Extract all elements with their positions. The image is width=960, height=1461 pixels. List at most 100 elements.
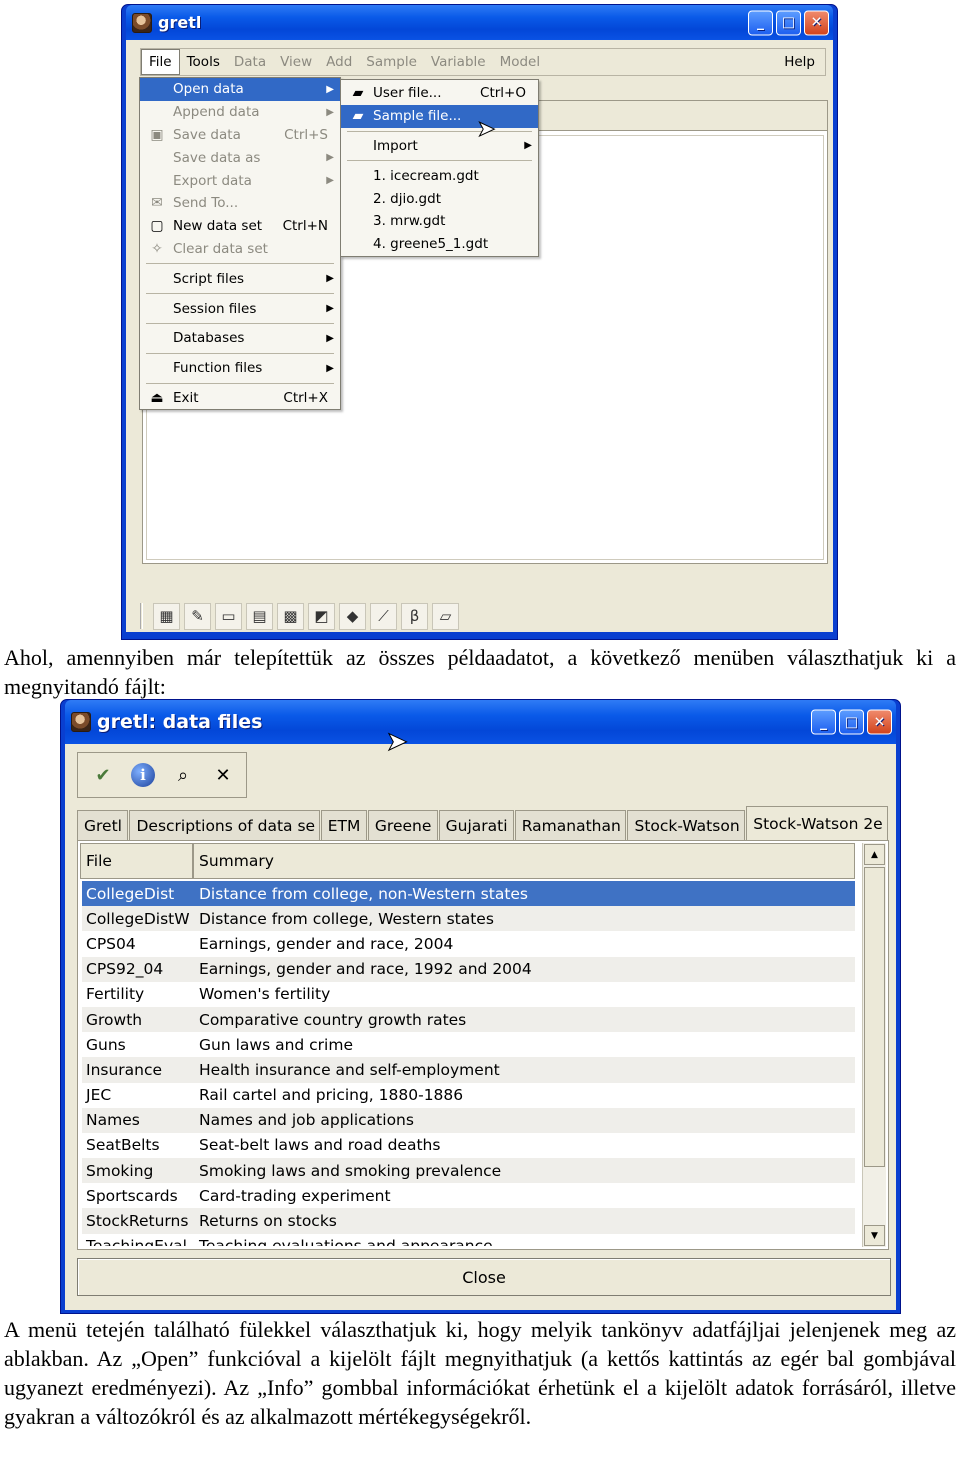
- table-row[interactable]: Guns Gun laws and crime: [82, 1032, 855, 1057]
- tab-gretl[interactable]: Gretl: [77, 810, 129, 840]
- menu-item-script-files[interactable]: Script files ▶: [140, 267, 340, 290]
- data-files-titlebar[interactable]: gretl: data files _ □ ✕: [65, 700, 896, 744]
- table-row[interactable]: Growth Comparative country growth rates: [82, 1006, 855, 1033]
- table-row[interactable]: Sportscards Card-trading experiment: [82, 1183, 855, 1208]
- table-row[interactable]: CollegeDistW Distance from college, Weste…: [82, 906, 855, 932]
- table-row[interactable]: CollegeDist Distance from college, non-We…: [82, 881, 855, 907]
- script-edit-icon[interactable]: ✎: [184, 602, 211, 630]
- submenu-arrow-icon: ▶: [326, 83, 334, 95]
- menu-item-new-data-set[interactable]: ▢ New data set Ctrl+N: [140, 215, 340, 238]
- menu-item-sample-file[interactable]: ▰ Sample file...: [341, 104, 538, 128]
- main-titlebar[interactable]: gretl _ □ ✕: [126, 5, 833, 40]
- beta-model-icon[interactable]: β: [401, 602, 428, 630]
- menu-item-export-data[interactable]: Export data ▶: [140, 169, 340, 192]
- session-icons-icon[interactable]: ▤: [246, 602, 273, 630]
- broom-icon: ✧: [151, 240, 163, 257]
- table-row[interactable]: Insurance Health insurance and self-emplo…: [82, 1057, 855, 1083]
- data-files-client-area: ✔ i ⌕ ✕ Gretl Descriptions of data se ETM G…: [65, 744, 896, 1310]
- table-row[interactable]: JEC Rail cartel and pricing, 1880-1886: [82, 1083, 855, 1108]
- toolbar-grip: [140, 603, 143, 629]
- menu-item-2-djio-gdt[interactable]: 2. djio.gdt: [341, 187, 538, 210]
- tab-gujarati[interactable]: Gujarati: [438, 810, 514, 840]
- help-pdf-icon[interactable]: ◩: [308, 602, 335, 630]
- menu-item-send-to[interactable]: ✉ Send To...: [140, 192, 340, 215]
- close-button[interactable]: Close: [77, 1258, 891, 1296]
- scroll-up-icon[interactable]: ▲: [864, 844, 885, 865]
- row-file-name: Insurance: [86, 1060, 163, 1079]
- menu-item-3-mrw-gdt[interactable]: 3. mrw.gdt: [341, 210, 538, 233]
- menu-separator: [146, 293, 334, 295]
- menu-tools[interactable]: Tools: [180, 49, 227, 75]
- row-summary: Names and job applications: [199, 1111, 414, 1130]
- menu-item-open-data[interactable]: Open data ▶: [140, 78, 340, 101]
- menu-item-append-data[interactable]: Append data ▶: [140, 101, 340, 124]
- close-window-button[interactable]: ✕: [804, 10, 829, 35]
- menu-help[interactable]: Help: [784, 54, 825, 70]
- menu-item-databases[interactable]: Databases ▶: [140, 327, 340, 350]
- tab-stock-watson[interactable]: Stock-Watson: [627, 810, 746, 840]
- open-folder-icon[interactable]: ▱: [432, 602, 459, 630]
- tab-etm[interactable]: ETM: [320, 810, 367, 840]
- menu-item-clear-data-set[interactable]: ✧ Clear data set: [140, 238, 340, 261]
- column-header-summary[interactable]: Summary: [193, 843, 855, 879]
- menu-model[interactable]: Model: [493, 49, 548, 75]
- maximize-button[interactable]: □: [776, 10, 801, 35]
- menu-data[interactable]: Data: [227, 49, 273, 75]
- menu-item-import[interactable]: Import ▶: [341, 135, 538, 158]
- scroll-down-icon[interactable]: ▼: [864, 1225, 885, 1246]
- table-row[interactable]: SeatBelts Seat-belt laws and road deaths: [82, 1133, 855, 1158]
- table-row[interactable]: TeachingEvalTeaching evaluations and app…: [82, 1234, 855, 1246]
- close-window-button[interactable]: ✕: [867, 709, 892, 735]
- menu-item-function-files[interactable]: Function files ▶: [140, 357, 340, 380]
- tab-ramanathan[interactable]: Ramanathan: [514, 810, 627, 840]
- tab-greene[interactable]: Greene: [367, 810, 438, 840]
- menu-sample[interactable]: Sample: [359, 49, 424, 75]
- scrollbar-thumb[interactable]: [864, 867, 885, 1167]
- open-icon[interactable]: ✔: [90, 762, 116, 788]
- menu-file[interactable]: File: [141, 49, 180, 75]
- column-header-file[interactable]: File: [80, 843, 193, 879]
- graph-icon[interactable]: ⟋: [370, 602, 397, 630]
- tab-descriptions-of-data-se[interactable]: Descriptions of data se: [129, 810, 320, 840]
- tab-stock-watson-2e[interactable]: Stock-Watson 2e: [746, 806, 888, 840]
- table-row[interactable]: CPS04 Earnings, gender and race, 2004: [82, 931, 855, 956]
- minimize-button[interactable]: _: [811, 709, 836, 735]
- minimize-button[interactable]: _: [748, 10, 773, 35]
- table-row[interactable]: Smoking Smoking laws and smoking prevalen…: [82, 1158, 855, 1184]
- menu-item-1-icecream-gdt[interactable]: 1. icecream.gdt: [341, 164, 538, 187]
- close-x-icon[interactable]: ✕: [210, 762, 236, 788]
- maximize-button[interactable]: □: [839, 709, 864, 735]
- function-package-icon[interactable]: ▩: [277, 602, 304, 630]
- menu-item-user-file[interactable]: ▰ User file... Ctrl+O: [341, 82, 538, 105]
- menu-item-save-data[interactable]: ▣ Save data Ctrl+S: [140, 124, 340, 147]
- menu-item-shortcut: Ctrl+N: [282, 218, 328, 235]
- menu-view[interactable]: View: [273, 49, 319, 75]
- menu-variable[interactable]: Variable: [424, 49, 493, 75]
- menu-item-session-files[interactable]: Session files ▶: [140, 297, 340, 320]
- vertical-scrollbar[interactable]: ▲ ▼: [862, 843, 886, 1247]
- new-document-icon: ▢: [150, 218, 164, 235]
- menu-item-4-greene5-1-gdt[interactable]: 4. greene5_1.gdt: [341, 233, 538, 256]
- calculator-icon[interactable]: ▦: [153, 602, 180, 630]
- submenu-arrow-icon: ▶: [326, 152, 334, 164]
- menu-item-save-data-as[interactable]: Save data as ▶: [140, 146, 340, 169]
- table-row[interactable]: Names Names and job applications: [82, 1107, 855, 1133]
- find-icon[interactable]: ⌕: [170, 762, 196, 788]
- menu-add[interactable]: Add: [319, 49, 359, 75]
- submenu-arrow-icon: ▶: [326, 332, 334, 344]
- menu-separator: [146, 382, 334, 384]
- row-file-name: CPS04: [86, 934, 136, 953]
- submenu-arrow-icon: ▶: [524, 140, 532, 152]
- info-icon[interactable]: i: [130, 762, 156, 788]
- menu-separator: [146, 263, 334, 265]
- table-row[interactable]: Fertility Women's fertility: [82, 982, 855, 1007]
- open-data-submenu: ▰ User file... Ctrl+O ▰ Sample file... Import…: [340, 79, 539, 257]
- table-row[interactable]: StockReturns Returns on stocks: [82, 1208, 855, 1234]
- console-icon[interactable]: ▭: [215, 602, 242, 630]
- menu-item-label: Script files: [173, 270, 245, 287]
- row-file-name: Fertility: [86, 985, 145, 1004]
- menu-item-exit[interactable]: ⏏ Exit Ctrl+X: [140, 387, 340, 410]
- command-reference-icon[interactable]: ◆: [339, 602, 366, 630]
- folder-icon: ▰: [352, 85, 364, 102]
- table-row[interactable]: CPS92_04 Earnings, gender and race, 1992 …: [82, 956, 855, 982]
